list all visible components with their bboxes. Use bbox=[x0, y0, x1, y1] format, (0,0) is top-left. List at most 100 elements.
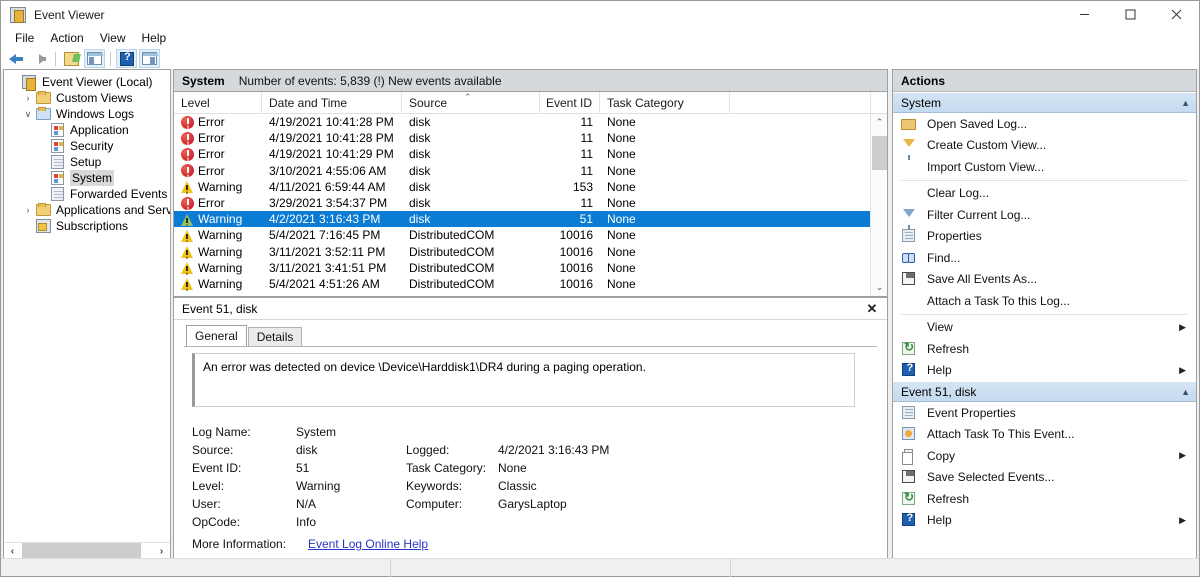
action-item-label: Copy bbox=[927, 448, 955, 464]
event-list-vertical-scrollbar[interactable]: ⌃ ⌄ bbox=[870, 114, 887, 296]
actions-group-header-system[interactable]: System▲ bbox=[893, 92, 1196, 113]
chevron-up-icon[interactable]: ▲ bbox=[1181, 387, 1190, 397]
warning-icon bbox=[181, 245, 194, 258]
tree-item-system[interactable]: System bbox=[4, 170, 170, 186]
submenu-arrow-icon: ▶ bbox=[1179, 450, 1186, 461]
action-item-find[interactable]: Find... bbox=[893, 247, 1196, 269]
scroll-up-arrow[interactable]: ⌃ bbox=[871, 114, 888, 131]
event-row[interactable]: Warning5/4/2021 7:16:45 PMDistributedCOM… bbox=[174, 227, 887, 243]
tree-horizontal-scrollbar[interactable]: ‹ › bbox=[4, 542, 170, 559]
cell-task-category: None bbox=[600, 147, 730, 161]
action-item-open-saved-log[interactable]: Open Saved Log... bbox=[893, 113, 1196, 135]
field-label: Event ID: bbox=[192, 461, 296, 475]
properties-button[interactable] bbox=[61, 49, 82, 68]
field-label: Task Category: bbox=[406, 461, 498, 475]
action-item-clear-log[interactable]: Clear Log... bbox=[893, 183, 1196, 205]
chevron-right-icon[interactable]: › bbox=[20, 90, 36, 106]
action-item-help[interactable]: Help▶ bbox=[893, 510, 1196, 532]
tree-item-application[interactable]: Application bbox=[4, 122, 170, 138]
tab-details[interactable]: Details bbox=[248, 327, 303, 346]
column-header-event-id[interactable]: Event ID bbox=[540, 92, 600, 114]
scroll-thumb[interactable] bbox=[22, 543, 141, 559]
action-item-label: Event Properties bbox=[927, 405, 1016, 421]
event-row[interactable]: Warning5/4/2021 4:51:26 AMDistributedCOM… bbox=[174, 276, 887, 292]
action-item-attach-a-task-to-this-log[interactable]: Attach a Task To this Log... bbox=[893, 290, 1196, 312]
cell-datetime: 3/29/2021 3:54:37 PM bbox=[262, 196, 402, 210]
event-row[interactable]: Error4/19/2021 10:41:29 PMdisk11None bbox=[174, 146, 887, 162]
chevron-right-icon[interactable]: › bbox=[20, 202, 36, 218]
action-item-create-custom-view[interactable]: Create Custom View... bbox=[893, 135, 1196, 157]
actions-separator bbox=[901, 180, 1188, 181]
event-row[interactable]: Error4/19/2021 10:41:28 PMdisk11None bbox=[174, 114, 887, 130]
show-hide-action-pane-button[interactable] bbox=[139, 49, 160, 68]
action-item-refresh[interactable]: Refresh bbox=[893, 338, 1196, 360]
tree-item-subscriptions[interactable]: Subscriptions bbox=[4, 218, 170, 234]
tree-item-label: Windows Logs bbox=[56, 106, 134, 122]
action-item-view[interactable]: View▶ bbox=[893, 317, 1196, 339]
scroll-down-arrow[interactable]: ⌄ bbox=[871, 279, 888, 296]
tree-item-event-viewer-local[interactable]: Event Viewer (Local) bbox=[4, 74, 170, 90]
cell-event-id: 51 bbox=[540, 212, 600, 226]
tree-item-setup[interactable]: Setup bbox=[4, 154, 170, 170]
event-viewer-window: Event Viewer File Action View Help bbox=[0, 0, 1200, 577]
back-button[interactable] bbox=[6, 49, 27, 68]
action-item-save-all-events-as[interactable]: Save All Events As... bbox=[893, 269, 1196, 291]
tree-item-windows-logs[interactable]: ∨ Windows Logs bbox=[4, 106, 170, 122]
cell-level-label: Error bbox=[198, 147, 225, 161]
event-list-rows: Error4/19/2021 10:41:28 PMdisk11NoneErro… bbox=[174, 114, 887, 296]
action-item-import-custom-view[interactable]: Import Custom View... bbox=[893, 156, 1196, 178]
action-item-filter-current-log[interactable]: Filter Current Log... bbox=[893, 204, 1196, 226]
event-row[interactable]: Error3/29/2021 3:54:37 PMdisk11None bbox=[174, 195, 887, 211]
maximize-button[interactable] bbox=[1107, 1, 1153, 28]
tree-item-applications-and-services-lo[interactable]: ›Applications and Services Lo bbox=[4, 202, 170, 218]
event-row[interactable]: Error4/19/2021 10:41:28 PMdisk11None bbox=[174, 130, 887, 146]
forward-button[interactable] bbox=[29, 49, 50, 68]
column-header-level[interactable]: Level bbox=[174, 92, 262, 114]
action-item-properties[interactable]: Properties bbox=[893, 226, 1196, 248]
column-header-task-category[interactable]: Task Category bbox=[600, 92, 730, 114]
minimize-button[interactable] bbox=[1061, 1, 1107, 28]
event-row[interactable]: Warning4/2/2021 3:16:43 PMdisk51None bbox=[174, 211, 887, 227]
tree-spacer bbox=[20, 218, 36, 234]
tree-item-forwarded-events[interactable]: Forwarded Events bbox=[4, 186, 170, 202]
chevron-up-icon[interactable]: ▲ bbox=[1181, 98, 1190, 108]
tab-general[interactable]: General bbox=[186, 325, 247, 346]
field-value: Info bbox=[296, 515, 406, 529]
event-row[interactable]: Warning4/11/2021 6:59:44 AMdisk153None bbox=[174, 179, 887, 195]
cell-level: Warning bbox=[174, 277, 262, 291]
column-header-date-and-time[interactable]: Date and Time bbox=[262, 92, 402, 114]
scroll-left-arrow[interactable]: ‹ bbox=[4, 543, 21, 559]
scroll-thumb[interactable] bbox=[872, 136, 887, 170]
event-row[interactable]: Warning3/11/2021 3:41:51 PMDistributedCO… bbox=[174, 260, 887, 276]
chevron-down-icon[interactable]: ∨ bbox=[20, 106, 36, 122]
menu-view[interactable]: View bbox=[92, 29, 134, 47]
tree-spacer bbox=[34, 186, 50, 202]
actions-group-header-event-51-disk[interactable]: Event 51, disk▲ bbox=[893, 381, 1196, 402]
action-item-help[interactable]: Help▶ bbox=[893, 360, 1196, 382]
action-item-save-selected-events[interactable]: Save Selected Events... bbox=[893, 467, 1196, 489]
event-viewer-icon bbox=[22, 74, 38, 90]
cell-task-category: None bbox=[600, 115, 730, 129]
close-icon[interactable]: ✕ bbox=[863, 300, 881, 318]
column-header[interactable] bbox=[730, 92, 871, 114]
cell-level: Error bbox=[174, 115, 262, 129]
help-button[interactable] bbox=[116, 49, 137, 68]
close-button[interactable] bbox=[1153, 1, 1199, 28]
attach-task-icon bbox=[901, 426, 917, 442]
show-hide-console-tree-button[interactable] bbox=[84, 49, 105, 68]
action-item-refresh[interactable]: Refresh bbox=[893, 488, 1196, 510]
scroll-right-arrow[interactable]: › bbox=[153, 543, 170, 559]
tree-item-security[interactable]: Security bbox=[4, 138, 170, 154]
warning-icon bbox=[181, 229, 194, 242]
menu-help[interactable]: Help bbox=[134, 29, 175, 47]
action-item-copy[interactable]: Copy ▶ bbox=[893, 445, 1196, 467]
menu-action[interactable]: Action bbox=[42, 29, 91, 47]
tree-item-custom-views[interactable]: ›Custom Views bbox=[4, 90, 170, 106]
event-row[interactable]: Error3/10/2021 4:55:06 AMdisk11None bbox=[174, 163, 887, 179]
action-item-label: Help bbox=[927, 362, 952, 378]
action-item-event-properties[interactable]: Event Properties bbox=[893, 402, 1196, 424]
menu-file[interactable]: File bbox=[7, 29, 42, 47]
event-row[interactable]: Warning3/11/2021 3:52:11 PMDistributedCO… bbox=[174, 244, 887, 260]
event-log-online-help-link[interactable]: Event Log Online Help bbox=[308, 537, 428, 551]
action-item-attach-task-to-this-event[interactable]: Attach Task To This Event... bbox=[893, 424, 1196, 446]
